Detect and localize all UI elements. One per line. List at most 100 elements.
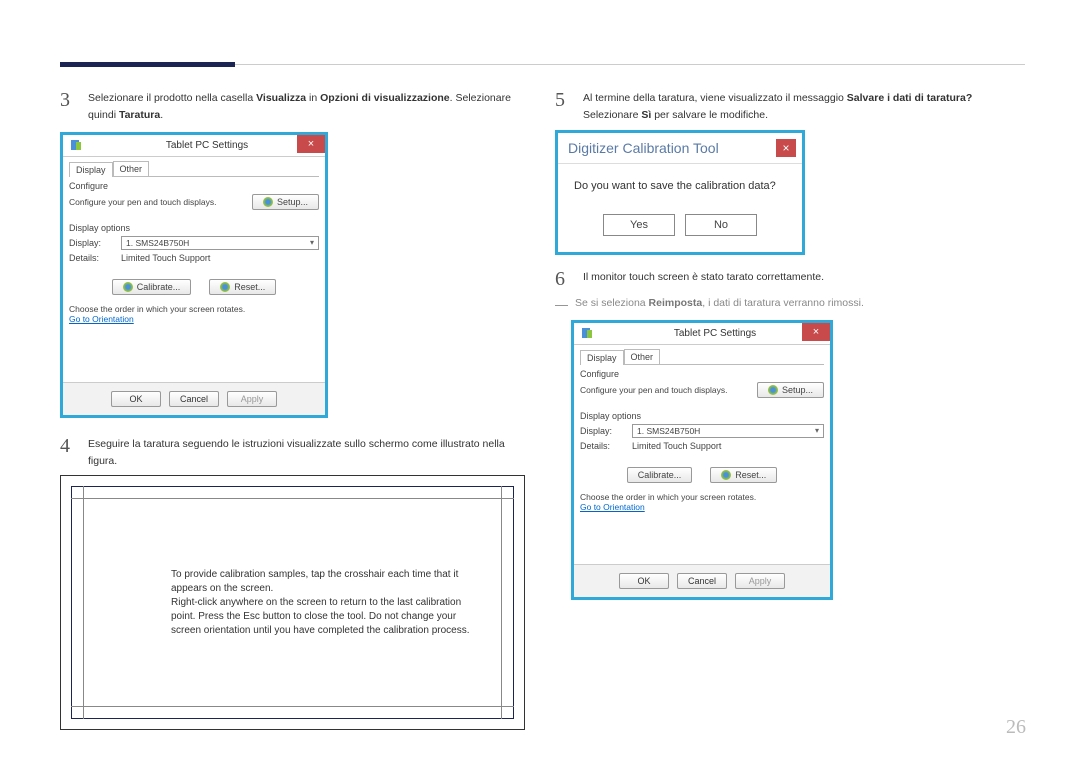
cancel-button[interactable]: Cancel	[169, 391, 219, 407]
t: .	[160, 109, 163, 121]
step-3-number: 3	[60, 90, 76, 124]
t: Calibrate...	[137, 282, 181, 292]
t: Al termine della taratura, viene visuali…	[583, 92, 847, 104]
t: Calibrate...	[638, 470, 682, 480]
rotate-msg: Choose the order in which your screen ro…	[580, 492, 824, 502]
step-6-text: Il monitor touch screen è stato tarato c…	[583, 269, 824, 289]
display-select[interactable]: 1. SMS24B750H ▾	[632, 424, 824, 438]
details-label: Details:	[69, 253, 115, 263]
step-6-number: 6	[555, 269, 571, 289]
calibrate-button[interactable]: Calibrate...	[112, 279, 192, 295]
t: Visualizza	[256, 92, 306, 104]
grid-line	[71, 706, 514, 707]
step-3: 3 Selezionare il prodotto nella casella …	[60, 90, 525, 124]
right-column: 5 Al termine della taratura, viene visua…	[555, 90, 1020, 730]
shield-icon	[263, 197, 273, 207]
calibration-instructions: To provide calibration samples, tap the …	[171, 568, 474, 638]
tab-display[interactable]: Display	[69, 162, 113, 177]
step-4-number: 4	[60, 436, 76, 470]
apply-button[interactable]: Apply	[735, 573, 785, 589]
t: , i dati di taratura verranno rimossi.	[702, 297, 864, 309]
step-4: 4 Eseguire la taratura seguendo le istru…	[60, 436, 525, 470]
reset-note: ―Se si seleziona Reimposta, i dati di ta…	[555, 297, 1020, 312]
tabs: Display Other	[580, 349, 824, 365]
configure-label: Configure	[580, 369, 824, 379]
dash-icon: ―	[555, 297, 569, 312]
configure-subtext: Configure your pen and touch displays.	[69, 197, 246, 207]
grid-line	[71, 498, 514, 499]
details-value: Limited Touch Support	[121, 253, 210, 263]
configure-subtext: Configure your pen and touch displays.	[580, 385, 751, 395]
configure-label: Configure	[69, 181, 319, 191]
step-4-text: Eseguire la taratura seguendo le istruzi…	[88, 436, 525, 470]
chevron-down-icon: ▾	[815, 426, 819, 435]
digitizer-question: Do you want to save the calibration data…	[558, 163, 802, 202]
step-5-number: 5	[555, 90, 571, 124]
t: Opzioni di visualizzazione	[320, 92, 450, 104]
no-button[interactable]: No	[685, 214, 757, 236]
t: per salvare le modifiche.	[651, 109, 768, 121]
tablet-pc-settings-dialog: Tablet PC Settings × Display Other Confi…	[60, 132, 328, 418]
close-button[interactable]: ×	[802, 323, 830, 341]
dialog-title: Tablet PC Settings	[600, 328, 830, 339]
shield-icon	[123, 282, 133, 292]
page-number: 26	[1006, 716, 1026, 739]
dialog-titlebar: Tablet PC Settings ×	[574, 323, 830, 345]
digitizer-buttons: Yes No	[558, 202, 802, 252]
dialog-title: Tablet PC Settings	[89, 140, 325, 151]
cancel-button[interactable]: Cancel	[677, 573, 727, 589]
header-rule-dark	[60, 62, 235, 67]
tab-other[interactable]: Other	[624, 349, 661, 364]
digitizer-titlebar: Digitizer Calibration Tool ×	[558, 133, 802, 163]
dialog-body: Display Other Configure Configure your p…	[574, 345, 830, 564]
grid-line	[501, 486, 502, 719]
t: 1. SMS24B750H	[637, 426, 700, 436]
setup-button[interactable]: Setup...	[757, 382, 824, 398]
rotate-msg: Choose the order in which your screen ro…	[69, 304, 319, 314]
dialog-footer: OK Cancel Apply	[63, 382, 325, 415]
header-rule-light	[235, 64, 1025, 65]
yes-button[interactable]: Yes	[603, 214, 675, 236]
details-label: Details:	[580, 441, 626, 451]
display-label: Display:	[69, 238, 115, 248]
t: Setup...	[277, 197, 308, 207]
chevron-down-icon: ▾	[310, 238, 314, 247]
t: Salvare i dati di taratura?	[847, 92, 972, 104]
calibrate-button[interactable]: Calibrate...	[627, 467, 693, 483]
t: Reset...	[234, 282, 265, 292]
t: Right-click anywhere on the screen to re…	[171, 596, 474, 638]
ok-button[interactable]: OK	[111, 391, 161, 407]
grid-line	[83, 486, 84, 719]
setup-button[interactable]: Setup...	[252, 194, 319, 210]
t: To provide calibration samples, tap the …	[171, 568, 474, 596]
t: Sì	[641, 109, 651, 121]
details-value: Limited Touch Support	[632, 441, 721, 451]
orientation-link[interactable]: Go to Orientation	[580, 502, 645, 512]
tab-display[interactable]: Display	[580, 350, 624, 365]
t: Selezionare il prodotto nella casella	[88, 92, 256, 104]
shield-icon	[220, 282, 230, 292]
t: Reset...	[735, 470, 766, 480]
shield-icon	[721, 470, 731, 480]
step-6: 6 Il monitor touch screen è stato tarato…	[555, 269, 1020, 289]
ok-button[interactable]: OK	[619, 573, 669, 589]
app-icon	[69, 138, 83, 152]
t: in	[306, 92, 320, 104]
apply-button[interactable]: Apply	[227, 391, 277, 407]
orientation-link[interactable]: Go to Orientation	[69, 314, 134, 324]
t: Selezionare	[583, 109, 641, 121]
close-button[interactable]: ×	[297, 135, 325, 153]
app-icon	[580, 326, 594, 340]
calibration-screenshot: To provide calibration samples, tap the …	[60, 475, 525, 730]
step-3-text: Selezionare il prodotto nella casella Vi…	[88, 90, 525, 124]
tab-other[interactable]: Other	[113, 161, 150, 176]
dialog-titlebar: Tablet PC Settings ×	[63, 135, 325, 157]
close-button[interactable]: ×	[776, 139, 796, 157]
reset-button[interactable]: Reset...	[710, 467, 777, 483]
t: Se si seleziona	[575, 297, 649, 309]
display-options-label: Display options	[580, 411, 824, 421]
display-select[interactable]: 1. SMS24B750H▾	[121, 236, 319, 250]
tabs: Display Other	[69, 161, 319, 177]
t: Taratura	[119, 109, 160, 121]
reset-button[interactable]: Reset...	[209, 279, 276, 295]
